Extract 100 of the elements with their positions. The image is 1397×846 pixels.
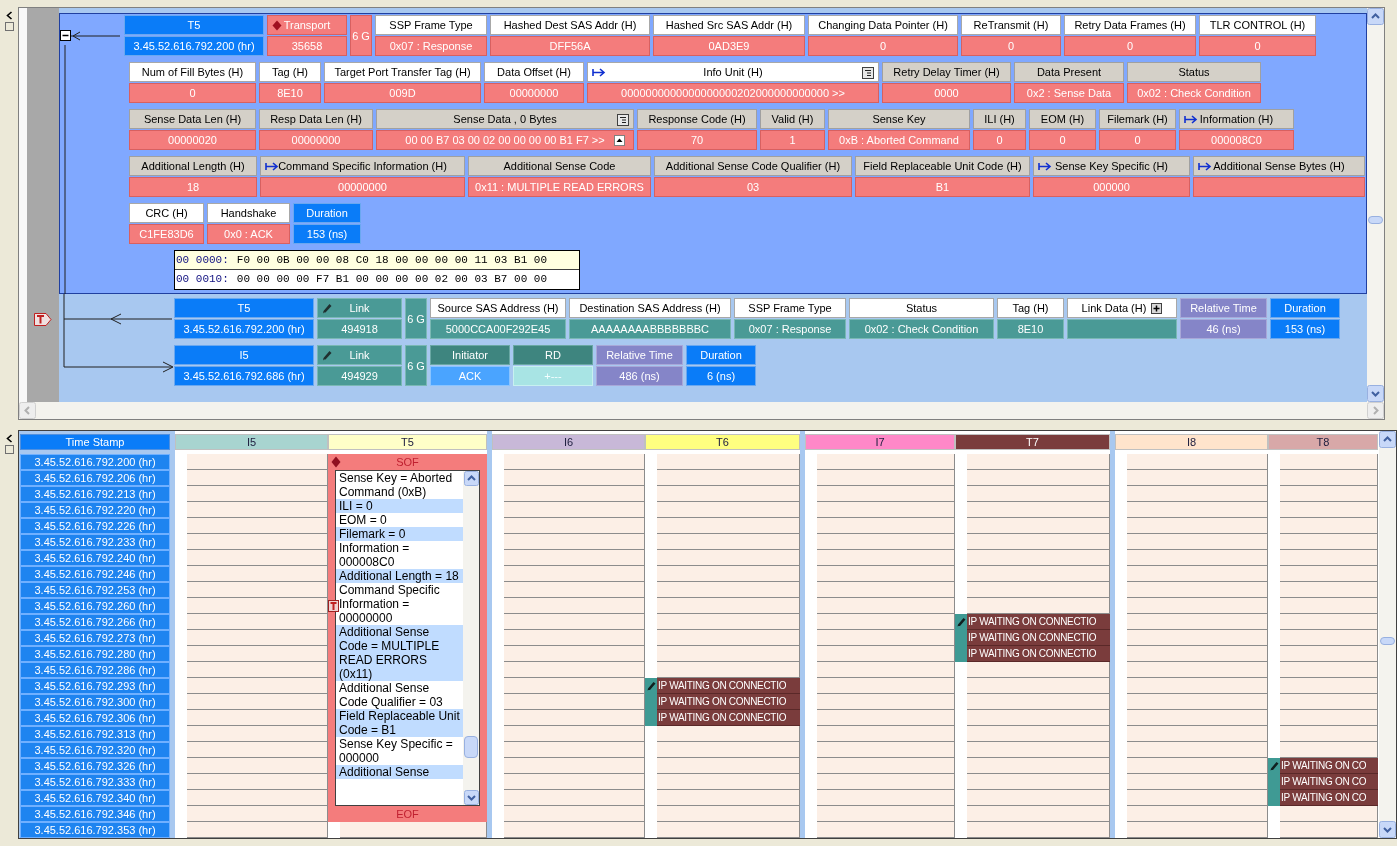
field-value: 494929 <box>341 368 378 384</box>
field-value: 46 (ns) <box>1206 321 1241 337</box>
expand-icon[interactable] <box>1151 302 1163 314</box>
timestamp-cell[interactable]: 3.45.52.616.792.280 (hr) <box>20 646 170 662</box>
splitter-icon[interactable] <box>4 22 14 31</box>
timestamp-cell[interactable]: 3.45.52.616.792.226 (hr) <box>20 518 170 534</box>
channel-header[interactable]: T8 <box>1268 434 1378 450</box>
timestamp-cell[interactable]: 3.45.52.616.792.286 (hr) <box>20 662 170 678</box>
channel-header[interactable]: I5 <box>175 434 328 450</box>
event-bar[interactable]: IP WAITING ON CONNECTIO <box>657 678 800 694</box>
vertical-scrollbar[interactable] <box>1367 8 1384 402</box>
timestamp-cell[interactable]: 3.45.52.616.792.346 (hr) <box>20 806 170 822</box>
collapse-button[interactable] <box>60 30 71 41</box>
event-bar[interactable]: IP WAITING ON CO <box>1280 774 1378 790</box>
channel-header[interactable]: I8 <box>1115 434 1268 450</box>
field-value: 0 <box>996 132 1003 148</box>
event-bar[interactable]: IP WAITING ON CONNECTIO <box>657 710 800 726</box>
timestamp-cell[interactable]: 3.45.52.616.792.306 (hr) <box>20 710 170 726</box>
splitter-icon[interactable] <box>4 445 14 454</box>
header-label: RD <box>545 347 561 363</box>
scroll-down-button[interactable] <box>1367 385 1384 402</box>
scrollbar-thumb[interactable] <box>1380 637 1395 645</box>
timestamp-cell[interactable]: 3.45.52.616.792.246 (hr) <box>20 566 170 582</box>
scroll-down-button[interactable] <box>1379 821 1396 838</box>
header-label: Initiator <box>451 347 489 363</box>
scroll-up-button[interactable] <box>1367 8 1384 25</box>
field-value: 0 <box>1007 38 1015 54</box>
header-label: Duration <box>1284 300 1326 316</box>
header-label: Source SAS Address (H) <box>437 300 559 316</box>
field-value: 0 <box>1134 132 1141 148</box>
trigger-marker-icon[interactable] <box>328 600 339 612</box>
timestamp-cell[interactable]: 3.45.52.616.792.326 (hr) <box>20 758 170 774</box>
header-label: Tag (H) <box>1012 300 1049 316</box>
channel-header[interactable]: T7 <box>955 434 1110 450</box>
field-value: 1 <box>789 132 796 148</box>
column-header[interactable]: Time Stamp <box>20 434 170 450</box>
timestamp-cell[interactable]: 3.45.52.616.792.200 (hr) <box>20 454 170 470</box>
timestamp-cell[interactable]: 3.45.52.616.792.240 (hr) <box>20 550 170 566</box>
timestamp-cell[interactable]: 3.45.52.616.792.293 (hr) <box>20 678 170 694</box>
timestamp-cell[interactable]: 3.45.52.616.792.313 (hr) <box>20 726 170 742</box>
event-bar[interactable]: IP WAITING ON CONNECTIO <box>967 646 1110 662</box>
field-value: 0x02 : Check Condition <box>1137 85 1251 101</box>
header-label: Status <box>1178 64 1210 80</box>
field-value: 0x07 : Response <box>748 321 832 337</box>
field-value: 0x2 : Sense Data <box>1026 85 1112 101</box>
field-value: 00000000 <box>338 179 387 195</box>
timestamp-cell[interactable]: 3.45.52.616.792.333 (hr) <box>20 774 170 790</box>
field-value: 00000000 <box>291 132 341 148</box>
timestamp-cell[interactable]: 3.45.52.616.792.320 (hr) <box>20 742 170 758</box>
channel-header[interactable]: I6 <box>492 434 645 450</box>
timestamp-cell[interactable]: 3.45.52.616.792.300 (hr) <box>20 694 170 710</box>
field-value: C1FE83D6 <box>139 226 194 242</box>
field-value: 3.45.52.616.792.200 (hr) <box>183 321 305 337</box>
timestamp-cell[interactable]: 3.45.52.616.792.220 (hr) <box>20 502 170 518</box>
scrollbar-thumb[interactable] <box>1368 216 1383 224</box>
timestamp-cell[interactable]: 3.45.52.616.792.266 (hr) <box>20 614 170 630</box>
field-value: 486 (ns) <box>619 368 660 384</box>
timestamp-cell[interactable]: 3.45.52.616.792.213 (hr) <box>20 486 170 502</box>
scrollbar-thumb[interactable] <box>464 736 478 758</box>
scroll-up-button[interactable] <box>1379 431 1396 448</box>
field-value: 8E10 <box>1017 321 1044 337</box>
collapse-button[interactable] <box>614 135 625 146</box>
timestamp-cell[interactable]: 3.45.52.616.792.273 (hr) <box>20 630 170 646</box>
event-bar[interactable]: IP WAITING ON CO <box>1280 790 1378 806</box>
event-bar[interactable]: IP WAITING ON CONNECTIO <box>967 614 1110 630</box>
trigger-marker-icon[interactable] <box>34 313 52 326</box>
timestamp-cell[interactable]: 3.45.52.616.792.233 (hr) <box>20 534 170 550</box>
timestamp-cell[interactable]: 3.45.52.616.792.353 (hr) <box>20 822 170 838</box>
field-value: B1 <box>935 179 950 195</box>
timestamp-cell[interactable]: 3.45.52.616.792.253 (hr) <box>20 582 170 598</box>
field-value: AAAAAAAABBBBBBBC <box>591 321 709 337</box>
field-value: 000000 <box>1093 179 1130 195</box>
arrow-icon <box>1038 162 1052 171</box>
channel-header[interactable]: I7 <box>805 434 955 450</box>
event-bar[interactable]: IP WAITING ON CO <box>1280 758 1378 774</box>
timestamp-cell[interactable]: 3.45.52.616.792.260 (hr) <box>20 598 170 614</box>
field-value: 0000 <box>934 85 959 101</box>
list-icon[interactable] <box>862 67 874 79</box>
field-value: 00000020 <box>168 132 217 148</box>
header-label: Target Port Transfer Tag (H) <box>334 64 471 80</box>
header-label: Tag (H) <box>271 64 309 80</box>
event-bar[interactable]: IP WAITING ON CONNECTIO <box>967 630 1110 646</box>
event-bar[interactable]: IP WAITING ON CONNECTIO <box>657 694 800 710</box>
timestamp-cell[interactable]: 3.45.52.616.792.206 (hr) <box>20 470 170 486</box>
timestamp-cell[interactable]: 3.45.52.616.792.340 (hr) <box>20 790 170 806</box>
list-scrollbar[interactable] <box>463 471 479 805</box>
scroll-up-button[interactable] <box>463 471 479 486</box>
list-icon[interactable] <box>617 114 629 126</box>
header-label: Link <box>349 300 370 316</box>
header-label: Sense Data Len (H) <box>143 111 242 127</box>
field-value: 0 <box>189 85 196 101</box>
channel-header[interactable]: T5 <box>328 434 487 450</box>
header-label: T5 <box>237 300 251 316</box>
vertical-scrollbar[interactable] <box>1379 431 1396 838</box>
header-label: Command Specific Information (H) <box>278 158 447 174</box>
header-label: Handshake <box>220 205 277 221</box>
scroll-down-button[interactable] <box>463 790 479 805</box>
minus-icon <box>62 32 69 39</box>
header-label: Data Present <box>1036 64 1102 80</box>
channel-header[interactable]: T6 <box>645 434 800 450</box>
